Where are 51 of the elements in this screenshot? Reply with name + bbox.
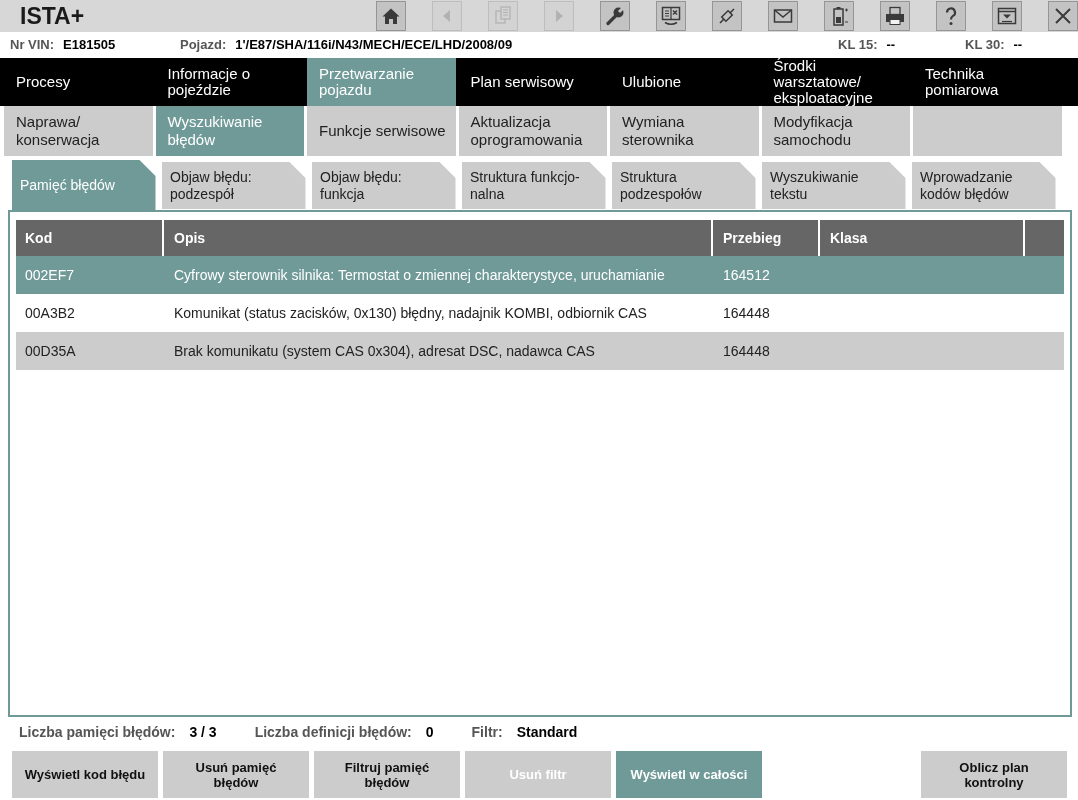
info-label: Nr VIN: <box>10 36 55 52</box>
wrench-icon[interactable] <box>600 1 630 31</box>
submenu-tab[interactable]: Aktualizacja oprogramowania <box>458 106 607 156</box>
tab[interactable]: Wyszukiwanie tekstu <box>762 162 906 209</box>
app-title: ISTA+ <box>20 2 85 30</box>
action-button[interactable]: Wyświetl kod błędu <box>12 751 158 798</box>
info-value: E181505 <box>63 36 116 52</box>
info-label: KL 15: <box>838 36 878 52</box>
table-cell-text: 00D35A <box>24 342 77 361</box>
close-icon[interactable] <box>1048 1 1078 31</box>
action-button[interactable]: Usuń pamięć błędów <box>163 751 309 798</box>
screens-icon[interactable] <box>656 1 686 31</box>
home-icon[interactable] <box>376 1 406 31</box>
table-cell-text: 002EF7 <box>24 266 76 285</box>
envelope-icon[interactable] <box>768 1 798 31</box>
info-label: KL 30: <box>965 36 1005 52</box>
action-button[interactable]: Oblicz plan kontrolny <box>921 751 1067 798</box>
info-value: -- <box>886 36 896 52</box>
info-value: -- <box>1013 36 1023 52</box>
table-cell-text: Cyfrowy sterownik silnika: Termostat o zmiennej charakterystyce, uruchamianie <box>173 266 666 285</box>
table-cell-text: 164448 <box>722 342 771 361</box>
printer-icon[interactable] <box>880 1 910 31</box>
tab[interactable]: Struktura funkcjo-nalna <box>462 162 606 209</box>
tab[interactable]: Struktura podzespołów <box>612 162 756 209</box>
status-label: Filtr: <box>471 724 503 740</box>
tab[interactable]: Objaw błędu: podzespół <box>162 162 306 209</box>
table-cell-text: Brak komunikatu (system CAS 0x304), adresat DSC, nadawca CAS <box>173 342 596 361</box>
status-label: Liczba definicji błędów: <box>254 724 412 740</box>
status-label: Liczba pamięci błędów: <box>19 724 176 740</box>
action-button[interactable]: Filtruj pamięć błędów <box>314 751 460 798</box>
status-value: 0 <box>425 724 434 740</box>
table-cell-text: Komunikat (status zacisków, 0x130) błędny, nadajnik KOMBI, odbiornik CAS <box>173 304 648 323</box>
table-row[interactable]: 00D35A Brak komunikatu (system CAS 0x304), adresat DSC, nadawca CAS 164448 <box>16 332 1064 370</box>
table-cell-text: 164448 <box>722 304 771 323</box>
tab[interactable]: Wprowadzanie kodów błędów <box>912 162 1056 209</box>
column-header: Kod <box>24 229 54 248</box>
submenu-tab[interactable]: Funkcje serwisowe <box>307 106 456 156</box>
info-value: 1'/E87/SHA/116i/N43/MECH/ECE/LHD/2008/09 <box>235 36 513 52</box>
status-value: 3 / 3 <box>189 724 217 740</box>
tab[interactable]: Objaw błędu: funkcja <box>312 162 456 209</box>
submenu-tab[interactable]: Naprawa/ konserwacja <box>4 106 153 156</box>
list-icon[interactable] <box>992 1 1022 31</box>
status-value: Standard <box>516 724 578 740</box>
table-cell-text: 00A3B2 <box>24 304 76 323</box>
table-cell-text: 164512 <box>722 266 771 285</box>
help-icon[interactable] <box>936 1 966 31</box>
submenu-tab[interactable]: Modyfikacja samochodu <box>761 106 910 156</box>
submenu-tab[interactable]: Wymiana sterownika <box>610 106 759 156</box>
battery-icon[interactable] <box>824 1 854 31</box>
info-label: Pojazd: <box>180 36 227 52</box>
plug-icon[interactable] <box>712 1 742 31</box>
